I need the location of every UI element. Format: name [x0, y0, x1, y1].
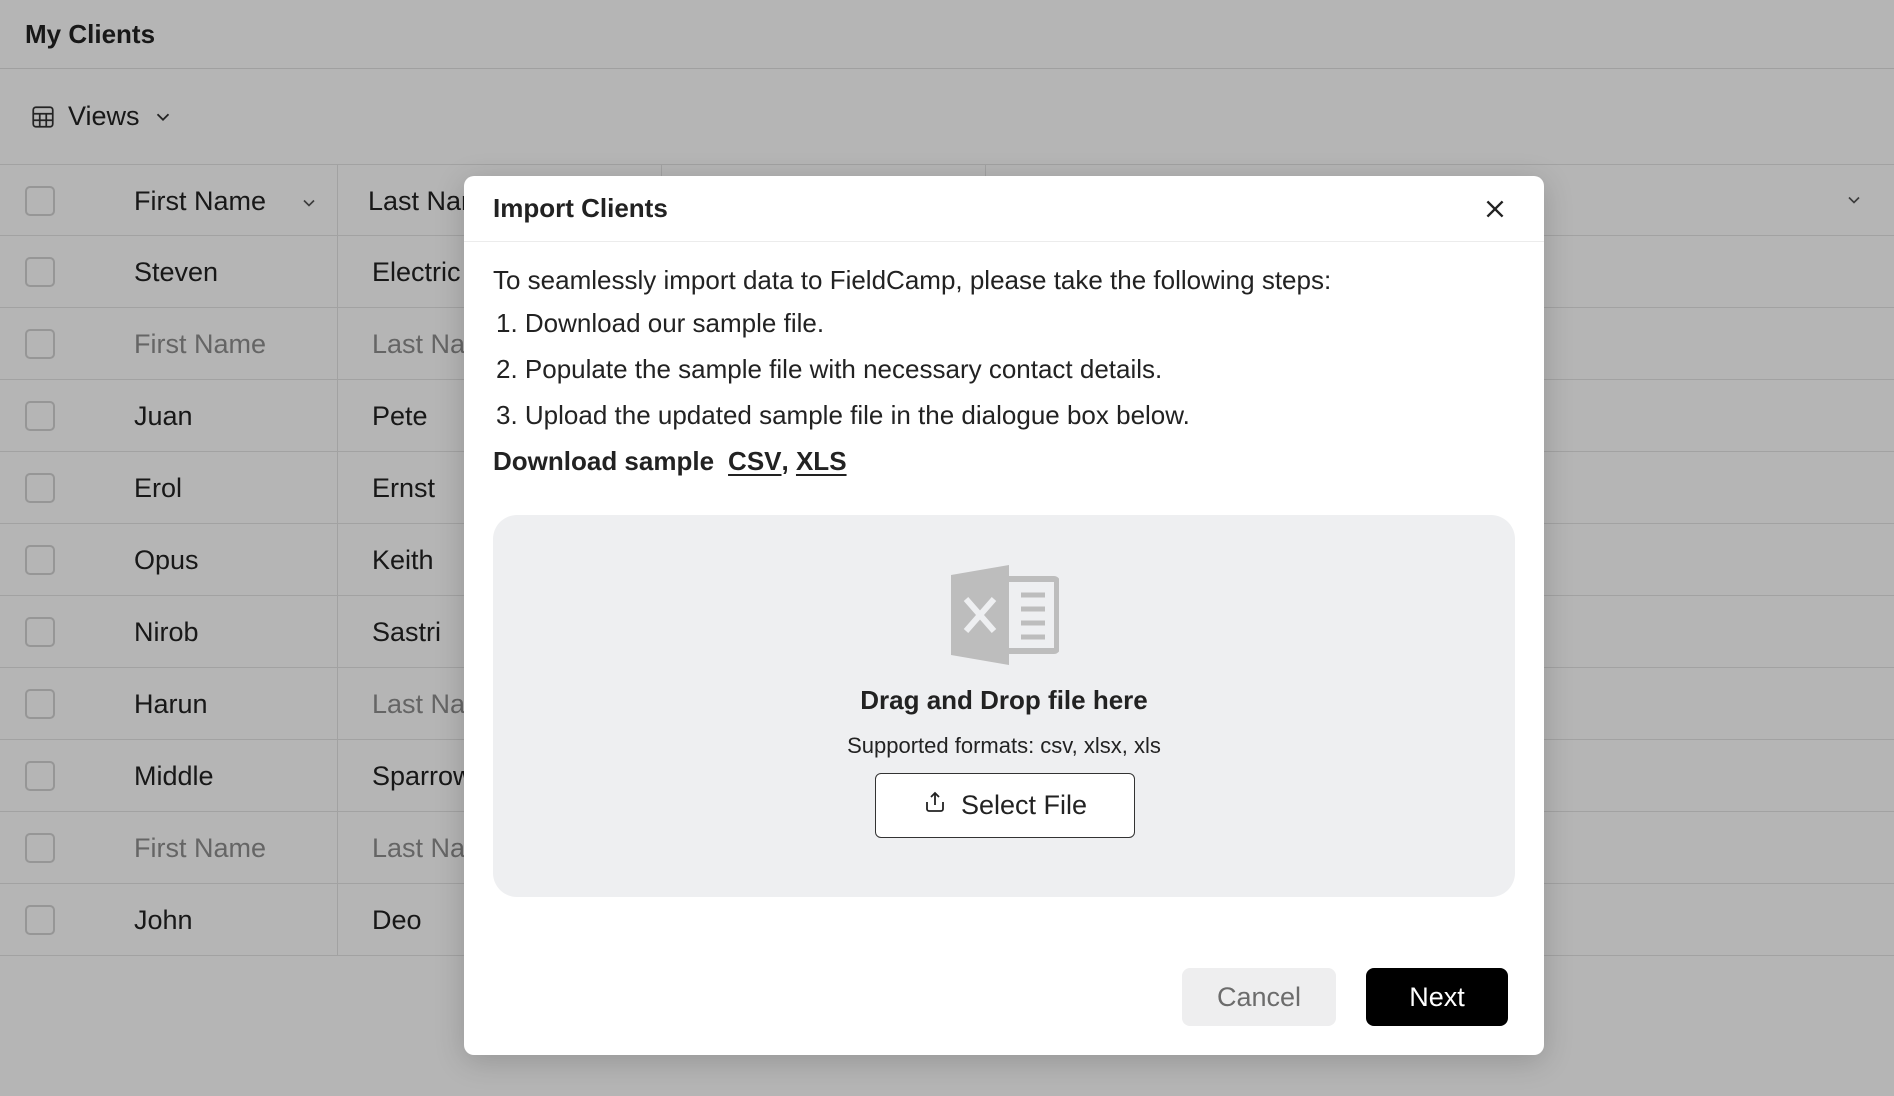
download-sample-row: Download sample CSV , XLS	[493, 446, 1515, 477]
instruction-step: 2. Populate the sample file with necessa…	[496, 354, 1163, 384]
supported-formats-text: Supported formats: csv, xlsx, xls	[847, 733, 1161, 758]
dropzone-title: Drag and Drop file here	[860, 685, 1148, 715]
close-icon[interactable]	[1482, 196, 1508, 222]
download-xls-link[interactable]: XLS	[796, 446, 847, 477]
select-file-label: Select File	[960, 790, 1088, 820]
select-file-button[interactable]: Select File	[875, 773, 1135, 838]
dialog-title: Import Clients	[493, 193, 668, 223]
download-sample-label: Download sample	[493, 446, 715, 476]
instructions-intro: To seamlessly import data to FieldCamp, …	[493, 265, 1332, 295]
import-clients-dialog: Import Clients To seamlessly import data…	[464, 176, 1544, 1055]
link-separator: ,	[781, 446, 796, 476]
instructions-steps: 1. Download our sample file. 2. Populate…	[493, 307, 1515, 432]
upload-icon	[923, 790, 947, 821]
excel-file-icon	[951, 565, 1060, 670]
download-csv-link[interactable]: CSV	[728, 446, 781, 477]
instruction-step: 1. Download our sample file.	[496, 308, 825, 338]
instruction-step: 3. Upload the updated sample file in the…	[496, 400, 1190, 430]
dialog-body: To seamlessly import data to FieldCamp, …	[464, 242, 1544, 477]
cancel-button[interactable]: Cancel	[1182, 968, 1336, 1026]
next-button[interactable]: Next	[1366, 968, 1508, 1026]
file-dropzone[interactable]: Drag and Drop file here Supported format…	[493, 515, 1515, 897]
dialog-header: Import Clients	[464, 176, 1544, 242]
